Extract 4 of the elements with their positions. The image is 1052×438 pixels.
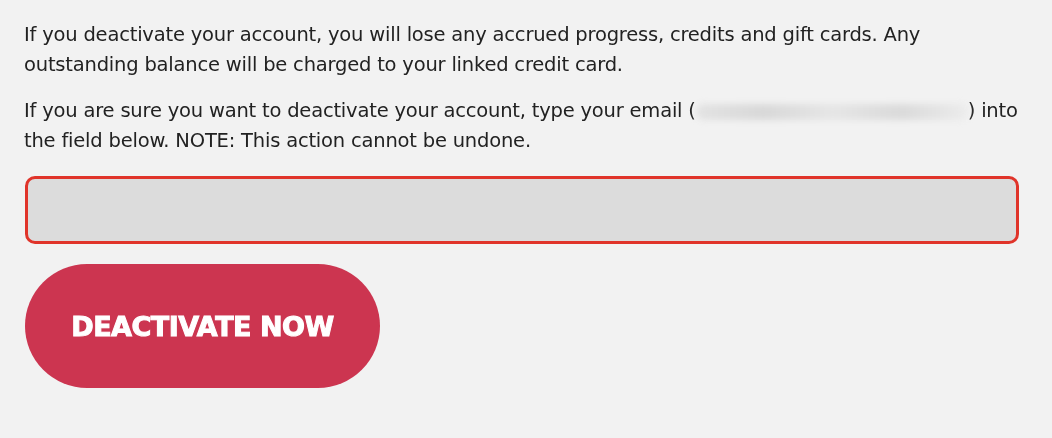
email-input-field[interactable] — [25, 176, 1019, 244]
deactivate-button[interactable]: DEACTIVATE NOW — [25, 264, 380, 388]
warning-text: If you deactivate your account, you will lose any accrued progress, credits and gift cards. Any outstanding balance will be charged to your linked credit card. — [24, 22, 922, 78]
instruction-text: If you are sure you want to deactivate your account, type your email ( ) into the field below. NOTE: This action cannot be undone. — [24, 98, 1018, 154]
